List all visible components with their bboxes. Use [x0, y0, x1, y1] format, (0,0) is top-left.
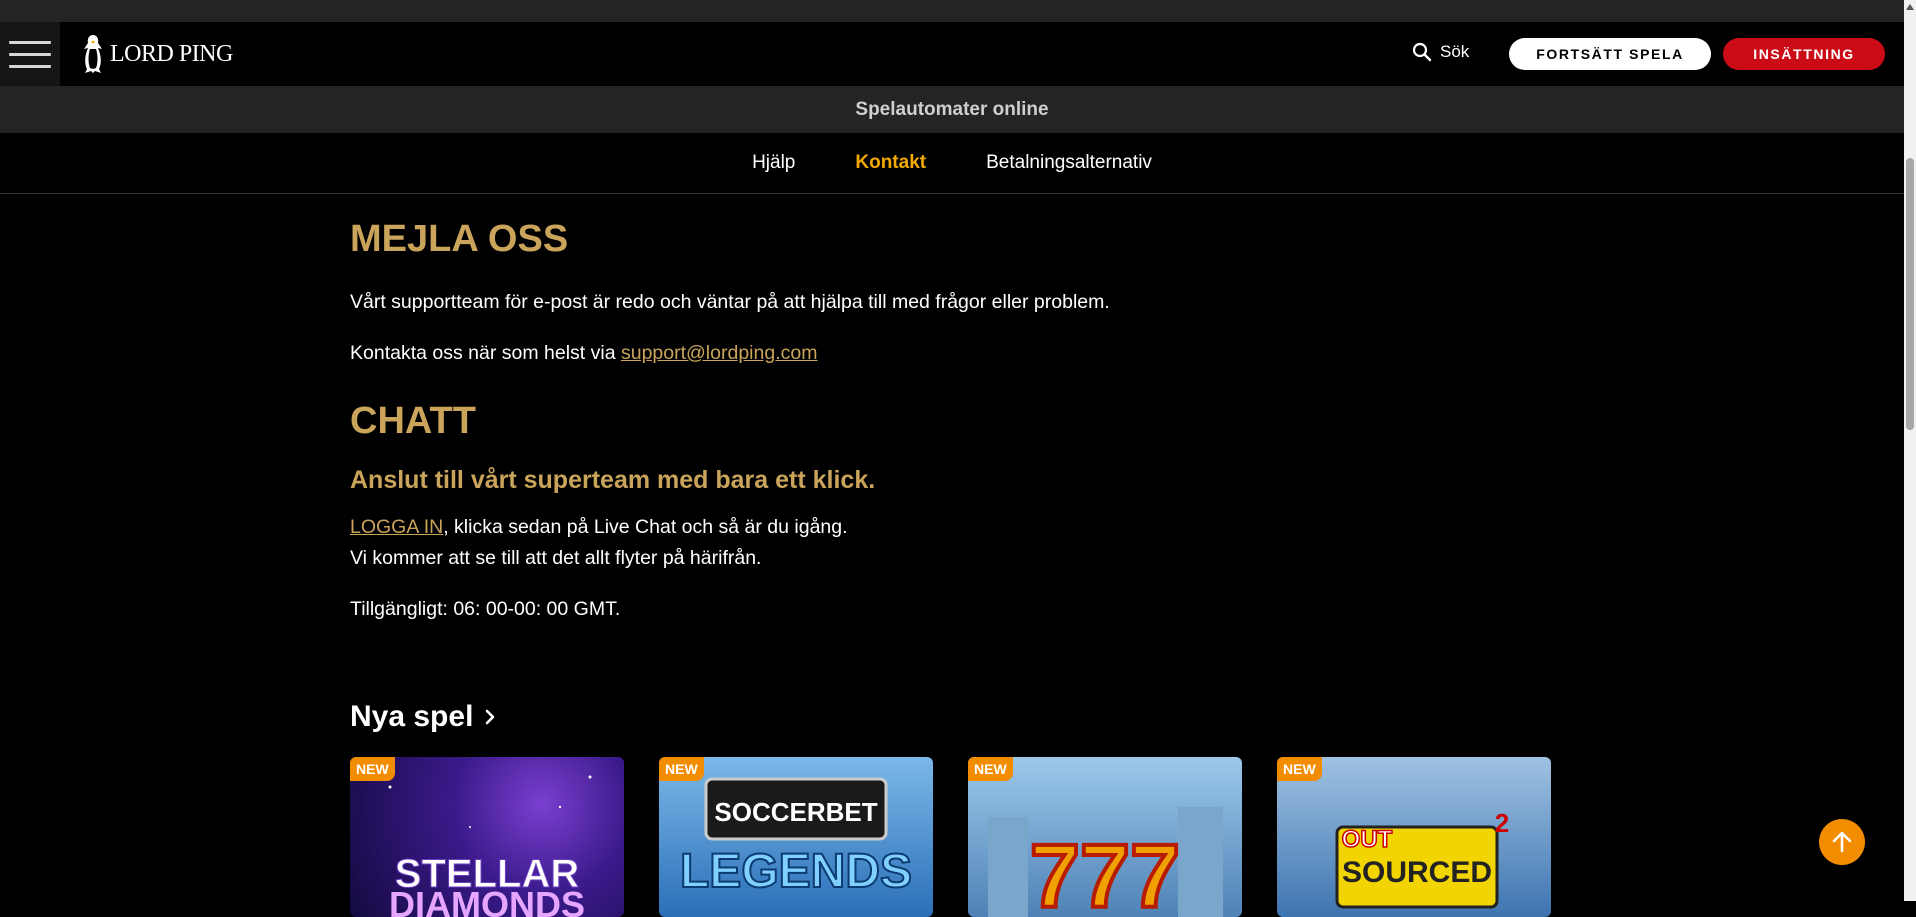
svg-text:SOURCED: SOURCED — [1342, 856, 1492, 889]
outsourced-art: SOURCED OUT 2 — [1335, 808, 1509, 909]
svg-text:LEGENDS: LEGENDS — [680, 845, 912, 898]
scroll-up-arrow-icon[interactable] — [1904, 0, 1916, 14]
search-button[interactable]: Sök — [1412, 42, 1469, 62]
game-tile[interactable]: SOCCERBET LEGENDS NEW — [659, 757, 933, 917]
deposit-button[interactable]: INSÄTTNING — [1723, 38, 1885, 70]
chat-heading: CHATT — [350, 400, 476, 442]
help-subnav: Hjälp Kontakt Betalningsalternativ — [0, 133, 1904, 194]
search-label: Sök — [1440, 42, 1470, 61]
brand-name: LORD PING — [110, 40, 233, 67]
chat-subheading: Anslut till vårt superteam med bara ett … — [350, 466, 876, 494]
game-tile[interactable]: STELLAR DIAMONDS NEW — [350, 757, 624, 917]
stellar-stars-art: STELLAR DIAMONDS — [388, 775, 592, 917]
back-to-top-button[interactable] — [1819, 819, 1865, 865]
site-header: LORD PING Sök FORTSÄTT SPELA INSÄTTNING — [0, 22, 1904, 86]
game-tile[interactable]: SOURCED OUT 2 NEW — [1277, 757, 1551, 917]
page-category-title: Spelautomater online — [0, 86, 1904, 133]
svg-text:777: 777 — [1030, 827, 1180, 917]
svg-text:2: 2 — [1495, 808, 1509, 838]
arrow-up-icon — [1832, 831, 1852, 853]
game-tile[interactable]: 777 NEW — [968, 757, 1242, 917]
new-games-heading[interactable]: Nya spel — [350, 700, 497, 734]
site-logo[interactable]: LORD PING — [80, 34, 233, 74]
email-prefix: Kontakta oss när som helst via — [350, 342, 621, 364]
menu-icon[interactable] — [0, 22, 60, 86]
subnav-item-payment[interactable]: Betalningsalternativ — [986, 152, 1152, 174]
email-contact-line: Kontakta oss när som helst via support@l… — [350, 338, 817, 369]
subnav-item-help[interactable]: Hjälp — [752, 152, 795, 174]
soccerbet-art: SOCCERBET LEGENDS — [679, 777, 913, 899]
subnav-item-contact[interactable]: Kontakt — [855, 152, 926, 174]
email-description: Vårt supportteam för e-post är redo och … — [350, 291, 1110, 313]
page-scrollbar[interactable] — [1904, 0, 1916, 901]
chat-instructions: , klicka sedan på Live Chat och så är du… — [443, 516, 848, 538]
browser-top-strip — [0, 0, 1904, 22]
scrollbar-thumb[interactable] — [1906, 158, 1914, 430]
chat-reassurance: Vi kommer att se till att det allt flyte… — [350, 547, 762, 569]
chat-login-line: LOGGA IN, klicka sedan på Live Chat och … — [350, 512, 848, 543]
new-badge: NEW — [350, 757, 395, 781]
chat-availability: Tillgängligt: 06: 00-00: 00 GMT. — [350, 598, 621, 620]
chevron-right-icon — [486, 709, 495, 725]
svg-text:OUT: OUT — [1342, 826, 1393, 853]
new-badge: NEW — [659, 757, 704, 781]
new-games-row: STELLAR DIAMONDS NEW SOCCERBET LEGENDS N… — [350, 757, 1551, 917]
login-link[interactable]: LOGGA IN — [350, 516, 443, 538]
new-badge: NEW — [1277, 757, 1322, 781]
support-email-link[interactable]: support@lordping.com — [621, 342, 817, 364]
continue-playing-button[interactable]: FORTSÄTT SPELA — [1509, 38, 1711, 70]
search-icon — [1412, 42, 1432, 62]
svg-text:SOCCERBET: SOCCERBET — [714, 797, 877, 827]
email-heading: MEJLA OSS — [350, 218, 569, 260]
penguin-icon — [84, 35, 102, 73]
new-badge: NEW — [968, 757, 1013, 781]
sevens-art: 777 — [988, 807, 1223, 917]
new-games-title: Nya spel — [350, 700, 474, 733]
category-title-text[interactable]: Spelautomater online — [855, 99, 1048, 121]
